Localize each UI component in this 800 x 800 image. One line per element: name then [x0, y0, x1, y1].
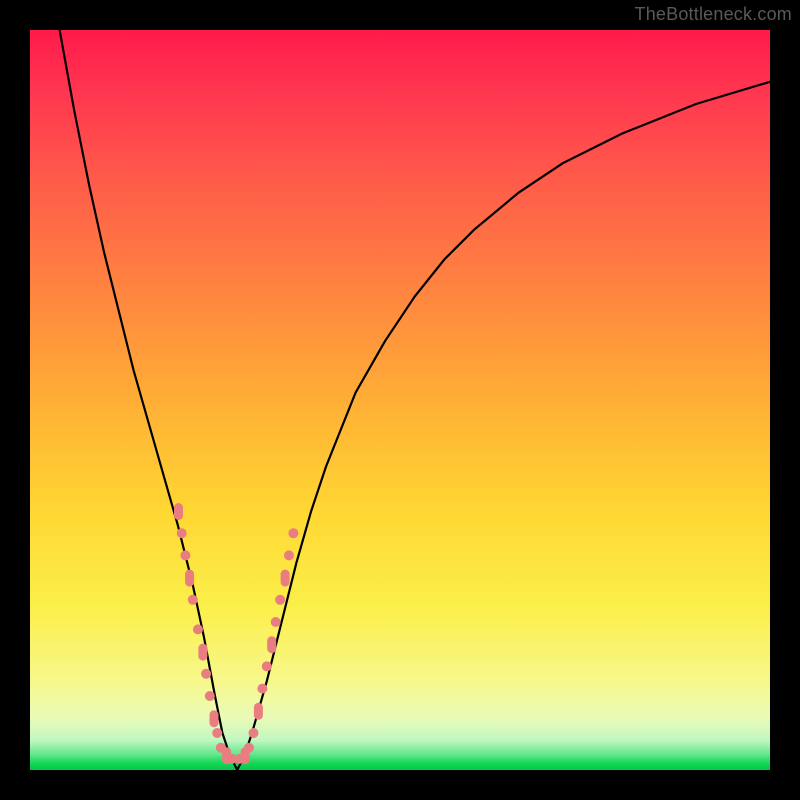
- watermark-text: TheBottleneck.com: [635, 4, 792, 25]
- plot-area: [30, 30, 770, 770]
- curve-markers: [30, 30, 770, 770]
- chart-frame: TheBottleneck.com: [0, 0, 800, 800]
- bottleneck-curve: [30, 30, 770, 770]
